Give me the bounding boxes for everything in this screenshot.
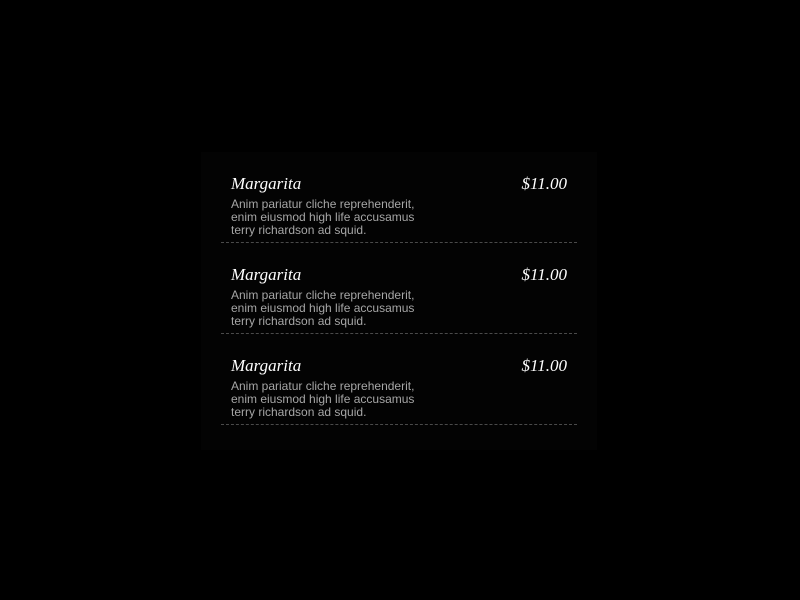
menu-item-description: Anim pariatur cliche reprehenderit, enim…: [231, 197, 415, 237]
menu-item: Margarita $11.00 Anim pariatur cliche re…: [221, 152, 577, 243]
menu-item: Margarita $11.00 Anim pariatur cliche re…: [221, 243, 577, 334]
menu-item-name: Margarita: [231, 356, 302, 375]
menu-item-price: $11.00: [521, 265, 568, 284]
menu-item-price: $11.00: [521, 356, 568, 375]
menu-item: Margarita $11.00 Anim pariatur cliche re…: [221, 334, 577, 425]
menu-item-name: Margarita: [231, 265, 302, 284]
menu-item-description: Anim pariatur cliche reprehenderit, enim…: [231, 288, 415, 328]
menu-item-price: $11.00: [521, 174, 568, 193]
menu-item-name: Margarita: [231, 174, 302, 193]
menu-item-description: Anim pariatur cliche reprehenderit, enim…: [231, 379, 415, 419]
menu-card: Margarita $11.00 Anim pariatur cliche re…: [201, 152, 597, 450]
